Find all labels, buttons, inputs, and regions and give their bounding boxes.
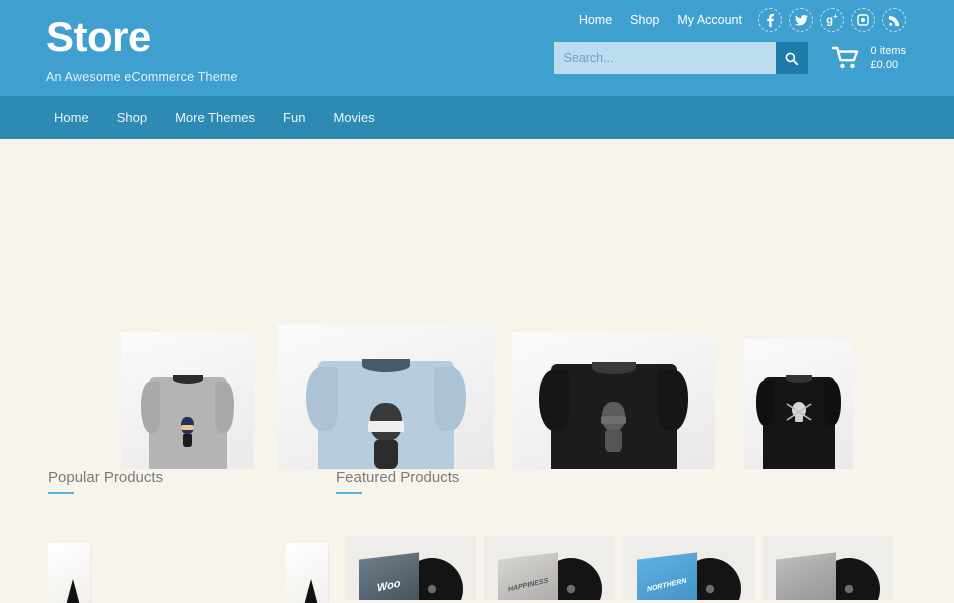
shirt-graphic-ninja	[180, 417, 196, 447]
album-sleeve-label	[803, 585, 809, 586]
carousel-slide-woo-ninja[interactable]	[278, 325, 494, 469]
list-item[interactable]	[48, 543, 90, 603]
album-sleeve-label: HAPPINESS	[507, 577, 549, 594]
instagram-icon[interactable]	[851, 8, 875, 32]
list-item[interactable]: NORTHERN	[623, 536, 754, 600]
album-sleeve-label: NORTHERN	[646, 577, 687, 594]
product-thumbnail	[63, 579, 82, 603]
nav-item-fun[interactable]: Fun	[283, 110, 305, 125]
nav-item-shop[interactable]: Shop	[117, 110, 147, 125]
list-item[interactable]: HAPPINESS	[484, 536, 615, 600]
album-sleeve	[776, 552, 836, 600]
carousel-slide-happy-ninja[interactable]	[121, 332, 254, 469]
google-plus-icon[interactable]: g+	[820, 8, 844, 32]
album-sleeve-label: Woo	[376, 577, 402, 595]
site-title: Store	[46, 13, 151, 60]
rss-icon[interactable]	[882, 8, 906, 32]
cart-total: £0.00	[870, 59, 899, 71]
main-navigation: Home Shop More Themes Fun Movies	[0, 96, 954, 139]
product-image-woo-ninja	[305, 359, 467, 469]
album-sleeve: HAPPINESS	[498, 552, 558, 600]
search-button[interactable]	[775, 42, 808, 74]
cart-summary: 0 items £0.00	[871, 44, 906, 72]
facebook-icon[interactable]	[758, 8, 782, 32]
popular-products-list	[48, 543, 328, 603]
top-utility-bar: Home Shop My Account g+	[579, 8, 906, 32]
album-sleeve: NORTHERN	[637, 552, 697, 600]
shopping-cart-icon	[831, 46, 858, 69]
product-image-happy-ninja	[141, 375, 234, 469]
cart-item-count: 0 items	[870, 45, 906, 57]
twitter-icon[interactable]	[789, 8, 813, 32]
album-sleeve: Woo	[359, 552, 419, 600]
shirt-graphic-skull	[784, 399, 814, 427]
top-nav-item-shop[interactable]: Shop	[630, 8, 659, 32]
site-header: Store An Awesome eCommerce Theme Home Sh…	[0, 0, 954, 96]
carousel-slide-ninja-silhouette[interactable]	[512, 332, 715, 469]
search-input[interactable]	[553, 42, 776, 74]
nav-item-home[interactable]: Home	[54, 110, 89, 125]
social-links: g+	[758, 8, 906, 32]
cart-widget[interactable]: 0 items £0.00	[831, 44, 906, 72]
search-form	[553, 42, 808, 74]
carousel-slide-ship-your-idea[interactable]	[744, 339, 853, 469]
search-and-cart: 0 items £0.00	[553, 42, 906, 74]
product-image-ninja-silhouette	[539, 362, 688, 469]
product-thumbnail	[301, 579, 320, 603]
popular-products-section: Popular Products	[48, 469, 336, 494]
nav-item-more-themes[interactable]: More Themes	[175, 110, 255, 125]
hero-carousel: Happy Ninja £15.00 Woo Ninja £20.00 Ninj…	[0, 139, 954, 469]
top-nav-item-my-account[interactable]: My Account	[677, 8, 742, 32]
product-sections: Popular Products Featured Products	[0, 469, 954, 494]
list-item[interactable]	[286, 543, 328, 603]
site-tagline: An Awesome eCommerce Theme	[46, 70, 238, 84]
featured-products-list: Woo HAPPINESS NORTHERN	[345, 536, 893, 600]
popular-products-heading: Popular Products	[48, 469, 336, 494]
featured-products-section: Featured Products	[336, 469, 906, 494]
shirt-graphic-ninja	[599, 402, 629, 452]
top-nav-item-home[interactable]: Home	[579, 8, 612, 32]
featured-products-heading: Featured Products	[336, 469, 906, 494]
brand-block[interactable]: Store An Awesome eCommerce Theme	[46, 13, 238, 85]
product-image-ship-your-idea	[756, 375, 841, 469]
search-icon	[785, 52, 799, 65]
shirt-graphic-ninja	[365, 403, 407, 469]
list-item[interactable]: Woo	[345, 536, 476, 600]
nav-item-movies[interactable]: Movies	[333, 110, 374, 125]
list-item[interactable]	[762, 536, 893, 600]
top-navigation: Home Shop My Account	[579, 8, 742, 32]
